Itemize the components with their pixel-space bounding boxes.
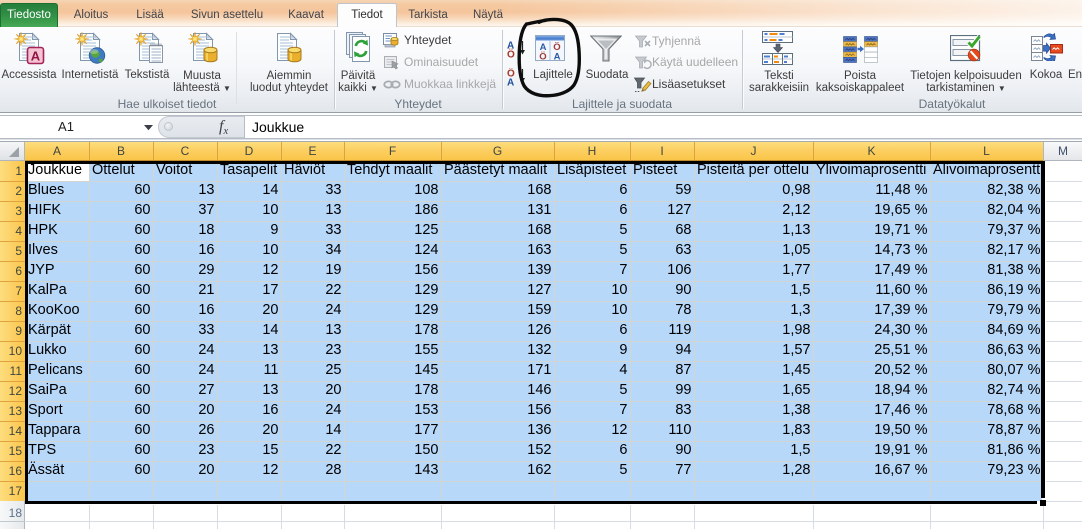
svg-text:A: A [31, 49, 41, 64]
